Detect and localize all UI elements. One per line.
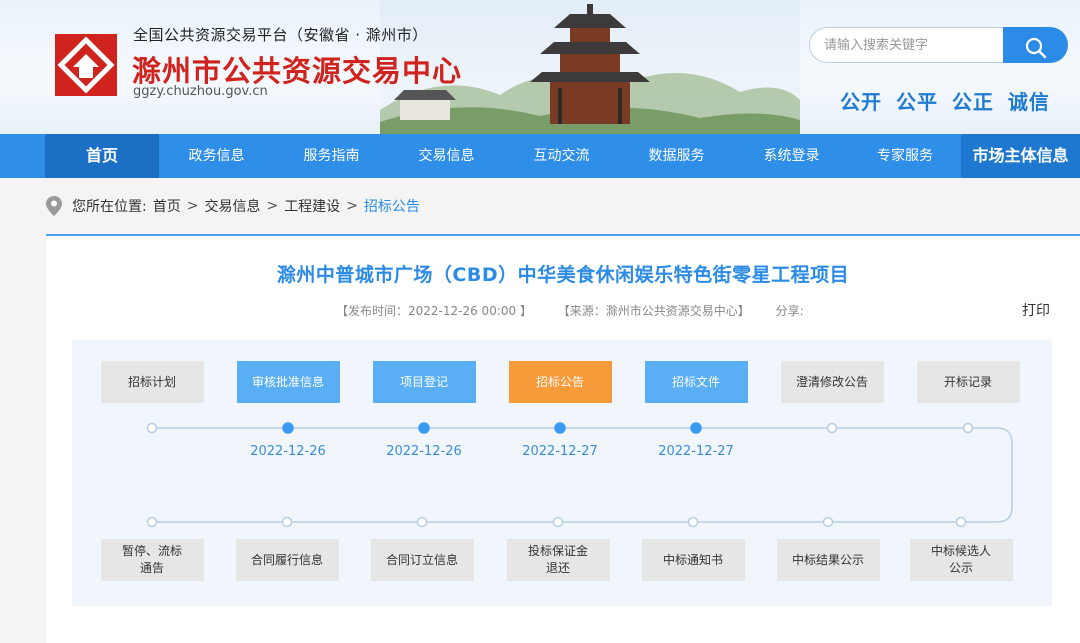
- flow-step-top[interactable]: 澄清修改公告: [780, 361, 884, 403]
- flow-step-top[interactable]: 审核批准信息: [236, 361, 340, 403]
- flow-step-bottom[interactable]: 合同履行信息: [235, 539, 339, 581]
- article-source: 【来源：滁州市公共资源交易中心】: [557, 304, 750, 318]
- timeline-dot: [146, 422, 158, 434]
- site-header: 全国公共资源交易平台（安徽省 · 滁州市） 滁州市公共资源交易中心 ggzy.c…: [0, 0, 1080, 134]
- location-pin-icon: [46, 196, 62, 216]
- timeline-dot: [822, 516, 834, 528]
- timeline-dot: [281, 516, 293, 528]
- breadcrumb-trade[interactable]: 交易信息: [204, 196, 260, 216]
- timeline-dot: [554, 422, 566, 434]
- timeline-dot: [552, 516, 564, 528]
- search-button[interactable]: [1003, 27, 1068, 63]
- flow-step-date: 2022-12-27: [522, 444, 598, 459]
- flow-step-top[interactable]: 项目登记: [372, 361, 476, 403]
- flow-step-bottom[interactable]: 中标候选人 公示: [909, 539, 1013, 581]
- timeline-dot: [955, 516, 967, 528]
- flow-step-date: 2022-12-27: [658, 444, 734, 459]
- print-button[interactable]: 打印: [1022, 300, 1050, 320]
- nav-item-trade-info[interactable]: 交易信息: [389, 134, 504, 178]
- share-label: 分享:: [775, 304, 804, 318]
- house-logo-icon: [55, 34, 117, 96]
- timeline-dot: [418, 422, 430, 434]
- flow-step-top[interactable]: 招标公告: [508, 361, 612, 403]
- process-flow: 招标计划 审核批准信息 项目登记 招标公告 招标文件 澄清修改公告 开标记录 2022-12…: [72, 340, 1052, 606]
- flow-step-bottom[interactable]: 合同订立信息: [370, 539, 474, 581]
- flow-step-date: 2022-12-26: [250, 444, 326, 459]
- timeline-dot: [416, 516, 428, 528]
- breadcrumb-current[interactable]: 招标公告: [364, 196, 420, 216]
- nav-item-service-guide[interactable]: 服务指南: [274, 134, 389, 178]
- site-url: ggzy.chuzhou.gov.cn: [133, 84, 268, 99]
- slogan: 公开 公平 公正 诚信: [840, 90, 1050, 114]
- nav-item-home[interactable]: 首页: [45, 134, 159, 178]
- nav-item-expert[interactable]: 专家服务: [849, 134, 961, 178]
- timeline-dot: [146, 516, 158, 528]
- article-title: 滁州中普城市广场（CBD）中华美食休闲娱乐特色街零星工程项目: [276, 264, 850, 286]
- publish-time: 【发布时间：2022-12-26 00:00 】: [336, 304, 532, 318]
- platform-subtitle: 全国公共资源交易平台（安徽省 · 滁州市）: [133, 26, 428, 44]
- breadcrumb: 您所在位置: 首页 > 交易信息 > 工程建设 > 招标公告: [46, 194, 426, 218]
- search-icon: [1025, 37, 1046, 59]
- breadcrumb-sep: >: [346, 198, 358, 214]
- timeline-dot: [826, 422, 838, 434]
- breadcrumb-engineering[interactable]: 工程建设: [284, 196, 340, 216]
- timeline-dot: [690, 422, 702, 434]
- article-card: 滁州中普城市广场（CBD）中华美食休闲娱乐特色街零星工程项目 【发布时间：202…: [46, 234, 1080, 643]
- nav-item-market-entity[interactable]: 市场主体信息: [961, 134, 1080, 178]
- flow-step-date: 2022-12-26: [386, 444, 462, 459]
- nav-item-login[interactable]: 系统登录: [734, 134, 849, 178]
- timeline-dot: [687, 516, 699, 528]
- flow-step-top[interactable]: 开标记录: [916, 361, 1020, 403]
- flow-step-bottom[interactable]: 中标结果公示: [776, 539, 880, 581]
- timeline-dot: [282, 422, 294, 434]
- flow-step-top[interactable]: 招标文件: [644, 361, 748, 403]
- breadcrumb-sep: >: [266, 198, 279, 214]
- nav-item-interaction[interactable]: 互动交流: [504, 134, 619, 178]
- article-meta: 【发布时间：2022-12-26 00:00 】 【来源：滁州市公共资源交易中心…: [336, 302, 826, 319]
- search-input[interactable]: [809, 27, 1005, 63]
- search-box: [809, 27, 1068, 63]
- breadcrumb-sep: >: [186, 198, 199, 214]
- main-nav: 首页 政务信息 服务指南 交易信息 互动交流 数据服务 系统登录 专家服务 市场…: [0, 134, 1080, 178]
- nav-item-government[interactable]: 政务信息: [159, 134, 274, 178]
- timeline-dot: [962, 422, 974, 434]
- breadcrumb-home[interactable]: 首页: [153, 196, 181, 216]
- breadcrumb-prefix: 您所在位置:: [72, 199, 147, 215]
- flow-step-bottom[interactable]: 暂停、流标 通告: [100, 539, 204, 581]
- flow-step-top[interactable]: 招标计划: [100, 361, 204, 403]
- nav-item-data-service[interactable]: 数据服务: [619, 134, 734, 178]
- flow-step-bottom[interactable]: 投标保证金 退还: [506, 539, 610, 581]
- flow-step-bottom[interactable]: 中标通知书: [641, 539, 745, 581]
